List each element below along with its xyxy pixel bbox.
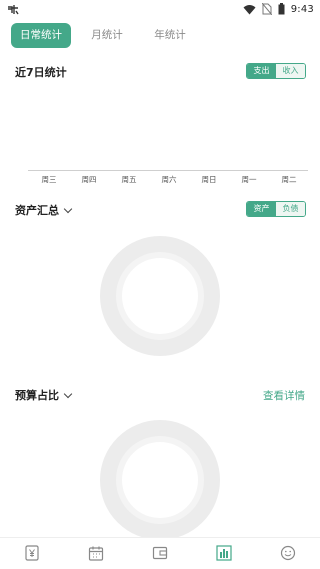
assets-donut-chart bbox=[100, 236, 220, 356]
donut-hole bbox=[122, 258, 198, 334]
asset-liability-toggle: 资产 负债 bbox=[246, 201, 306, 217]
bottom-nav bbox=[0, 537, 320, 569]
assets-title: 资产汇总 bbox=[15, 204, 59, 217]
day-label: 周四 bbox=[81, 175, 97, 184]
tab-daily[interactable]: 日常统计 bbox=[11, 23, 71, 48]
day-label: 周五 bbox=[121, 175, 137, 184]
status-icons: 9:43 bbox=[243, 2, 314, 16]
day-label: 周三 bbox=[41, 175, 57, 184]
battery-icon bbox=[278, 3, 285, 15]
expense-toggle[interactable]: 支出 bbox=[247, 64, 276, 78]
stats-tabs: 日常统计 月统计 年统计 bbox=[0, 20, 320, 50]
chevron-down-icon bbox=[63, 204, 73, 214]
chart-x-axis bbox=[28, 170, 308, 171]
calendar-icon[interactable] bbox=[88, 545, 104, 561]
chevron-down-icon bbox=[63, 389, 73, 399]
status-time: 9:43 bbox=[290, 3, 314, 15]
no-sim-icon bbox=[261, 3, 272, 15]
app-notification-icon bbox=[8, 5, 19, 15]
wallet-icon[interactable] bbox=[152, 545, 168, 561]
donut-hole bbox=[122, 442, 198, 518]
tab-yearly[interactable]: 年统计 bbox=[140, 23, 200, 48]
day-label: 周二 bbox=[281, 175, 297, 184]
day-label: 周六 bbox=[161, 175, 177, 184]
day-label: 周日 bbox=[201, 175, 217, 184]
yuan-icon[interactable] bbox=[24, 545, 40, 561]
budget-title: 预算占比 bbox=[15, 389, 59, 402]
asset-toggle[interactable]: 资产 bbox=[247, 202, 276, 216]
day-label: 周一 bbox=[241, 175, 257, 184]
expense-income-toggle: 支出 收入 bbox=[246, 63, 306, 79]
income-toggle[interactable]: 收入 bbox=[276, 64, 305, 78]
smiley-icon[interactable] bbox=[280, 545, 296, 561]
view-details-link[interactable]: 查看详情 bbox=[263, 388, 305, 403]
chart-icon[interactable] bbox=[216, 545, 232, 561]
liability-toggle[interactable]: 负债 bbox=[276, 202, 305, 216]
budget-title-row[interactable]: 预算占比 bbox=[15, 387, 73, 403]
wifi-icon bbox=[243, 4, 256, 14]
status-bar: 9:43 bbox=[0, 0, 320, 20]
budget-donut-chart bbox=[100, 420, 220, 540]
assets-title-row[interactable]: 资产汇总 bbox=[15, 202, 73, 218]
tab-monthly[interactable]: 月统计 bbox=[77, 23, 137, 48]
weekly-title: 近7日统计 bbox=[15, 66, 67, 79]
